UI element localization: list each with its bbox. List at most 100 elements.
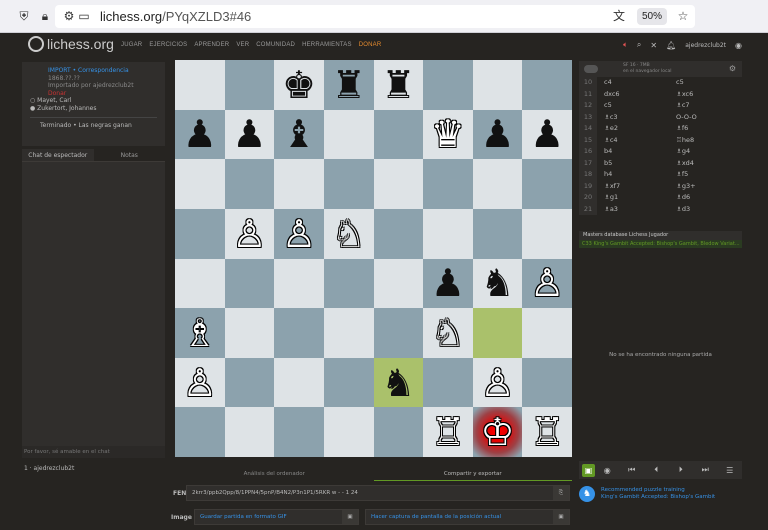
piece-f4[interactable]: ♟ <box>431 264 465 302</box>
black-move[interactable]: ♗f5 <box>669 169 741 181</box>
square-e1[interactable] <box>373 407 424 457</box>
white-move[interactable]: h4 <box>597 169 669 181</box>
white-move[interactable]: ♗a3 <box>597 204 669 216</box>
user-avatar-icon[interactable]: ◉ <box>735 41 742 50</box>
piece-g1[interactable]: ♔ <box>481 413 515 451</box>
engine-settings-gear-icon[interactable]: ⚙ <box>729 64 736 73</box>
black-move[interactable]: ♗d3 <box>669 204 741 216</box>
piece-h4[interactable]: ♙ <box>530 264 564 302</box>
piece-c7[interactable]: ♝ <box>282 115 316 153</box>
nav-puzzles[interactable]: EJERCICIOS <box>149 42 187 48</box>
white-move[interactable]: c4 <box>597 77 669 89</box>
tab-share-export[interactable]: Compartir y exportar <box>373 471 572 481</box>
shield-icon[interactable]: ⛨ <box>17 9 31 23</box>
lock-icon[interactable]: 🔒︎ <box>38 9 52 23</box>
square-f8[interactable] <box>423 60 473 110</box>
square-e5[interactable] <box>373 208 424 259</box>
piece-a3[interactable]: ♗ <box>183 314 217 352</box>
piece-g7[interactable]: ♟ <box>481 115 515 153</box>
menu-icon[interactable]: ☰ <box>718 466 743 475</box>
piece-g4[interactable]: ♞ <box>481 264 515 302</box>
piece-h1[interactable]: ♖ <box>530 413 564 451</box>
square-g2[interactable]: ♙ <box>472 357 523 408</box>
square-d5[interactable]: ♘ <box>323 208 374 259</box>
piece-e2[interactable]: ♞ <box>381 364 415 402</box>
tab-spectator-chat[interactable]: Chat de espectador <box>22 149 94 161</box>
square-e3[interactable] <box>373 308 424 358</box>
square-f4[interactable]: ♟ <box>423 258 473 309</box>
square-f3[interactable]: ♘ <box>423 308 473 358</box>
white-move[interactable]: dxc6 <box>597 89 669 101</box>
white-move[interactable]: c5 <box>597 100 669 112</box>
chess-board[interactable]: ♚ ♜ ♜ ♟ ♟ ♝ ♛ ♟ ♟ ♙ ♙ ♘ ♟ ♞ ♙ ♗ ♘ ♙ ♞ ♙ ♖ ♔ ♖ <box>175 60 572 457</box>
square-f2[interactable] <box>423 357 473 408</box>
black-move[interactable]: ♗g4 <box>669 146 741 158</box>
square-g5[interactable] <box>472 208 523 259</box>
square-a8[interactable] <box>175 60 225 110</box>
square-a5[interactable] <box>175 208 225 259</box>
white-move[interactable]: b5 <box>597 158 669 170</box>
square-b5[interactable]: ♙ <box>224 208 275 259</box>
tab-computer-analysis[interactable]: Análisis del ordenador <box>175 471 374 481</box>
gif-export-link[interactable]: Guardar partida en formato GIF ▣ <box>194 509 359 525</box>
square-g7[interactable]: ♟ <box>472 109 523 160</box>
square-a1[interactable] <box>175 407 225 457</box>
piece-d5[interactable]: ♘ <box>332 215 366 253</box>
square-c3[interactable] <box>274 308 324 358</box>
square-a3[interactable]: ♗ <box>175 308 225 358</box>
square-h8[interactable] <box>522 60 572 110</box>
prev-move-icon[interactable]: ⏴ <box>644 465 669 475</box>
piece-c5[interactable]: ♙ <box>282 215 316 253</box>
piece-a7[interactable]: ♟ <box>183 115 217 153</box>
square-c1[interactable] <box>274 407 324 457</box>
piece-a2[interactable]: ♙ <box>183 364 217 402</box>
square-e8[interactable]: ♜ <box>373 60 424 110</box>
square-c6[interactable] <box>274 159 324 209</box>
black-move[interactable]: ♗d6 <box>669 192 741 204</box>
square-g4[interactable]: ♞ <box>472 258 523 309</box>
white-player[interactable]: ○ Mayet, Carl <box>30 97 157 105</box>
white-move[interactable]: ♗xf7 <box>597 181 669 193</box>
square-d6[interactable] <box>323 159 374 209</box>
piece-e8[interactable]: ♜ <box>381 66 415 104</box>
square-f6[interactable] <box>423 159 473 209</box>
square-a7[interactable]: ♟ <box>175 109 225 160</box>
challenge-icon[interactable]: ✕ <box>650 41 657 50</box>
square-d8[interactable]: ♜ <box>323 60 374 110</box>
square-f1[interactable]: ♖ <box>423 407 473 457</box>
tab-notes[interactable]: Notas <box>93 149 165 161</box>
square-b1[interactable] <box>224 407 275 457</box>
piece-h7[interactable]: ♟ <box>530 115 564 153</box>
url-text[interactable]: lichess.org/PYqXZLD3#46 <box>100 9 251 24</box>
url-bar[interactable]: ⚙ ▭ lichess.org/PYqXZLD3#46 <box>55 5 695 28</box>
black-move[interactable]: ♗f6 <box>669 123 741 135</box>
square-c5[interactable]: ♙ <box>274 208 324 259</box>
black-move[interactable]: ♗xc6 <box>669 89 741 101</box>
notification-bell-icon[interactable]: 🔔︎ <box>666 41 676 50</box>
white-move[interactable]: ♗g1 <box>597 192 669 204</box>
nav-watch[interactable]: VER <box>236 42 249 48</box>
piece-d8[interactable]: ♜ <box>332 66 366 104</box>
square-d3[interactable] <box>323 308 374 358</box>
permissions-icon[interactable]: ⚙ <box>62 9 76 23</box>
square-h2[interactable] <box>522 357 572 408</box>
nav-learn[interactable]: APRENDER <box>194 42 229 48</box>
square-g8[interactable] <box>472 60 523 110</box>
square-c8[interactable]: ♚ <box>274 60 324 110</box>
square-c4[interactable] <box>274 258 324 309</box>
white-move[interactable]: ♗c4 <box>597 135 669 147</box>
piece-b7[interactable]: ♟ <box>232 115 266 153</box>
nav-play[interactable]: JUGAR <box>121 42 142 48</box>
square-e4[interactable] <box>373 258 424 309</box>
square-h4[interactable]: ♙ <box>522 258 572 309</box>
practice-icon[interactable]: ◉ <box>595 466 620 475</box>
sound-icon[interactable]: 🔈︎ <box>623 40 628 50</box>
zoom-level[interactable]: 50% <box>637 8 667 25</box>
explorer-book-icon[interactable]: ▣ <box>582 463 595 477</box>
translate-icon[interactable]: 文 <box>612 9 626 23</box>
white-move[interactable]: ♗e2 <box>597 123 669 135</box>
username-link[interactable]: ajedrezclub2t <box>685 42 726 49</box>
piece-g2[interactable]: ♙ <box>481 364 515 402</box>
square-a4[interactable] <box>175 258 225 309</box>
engine-toggle[interactable] <box>584 65 598 73</box>
